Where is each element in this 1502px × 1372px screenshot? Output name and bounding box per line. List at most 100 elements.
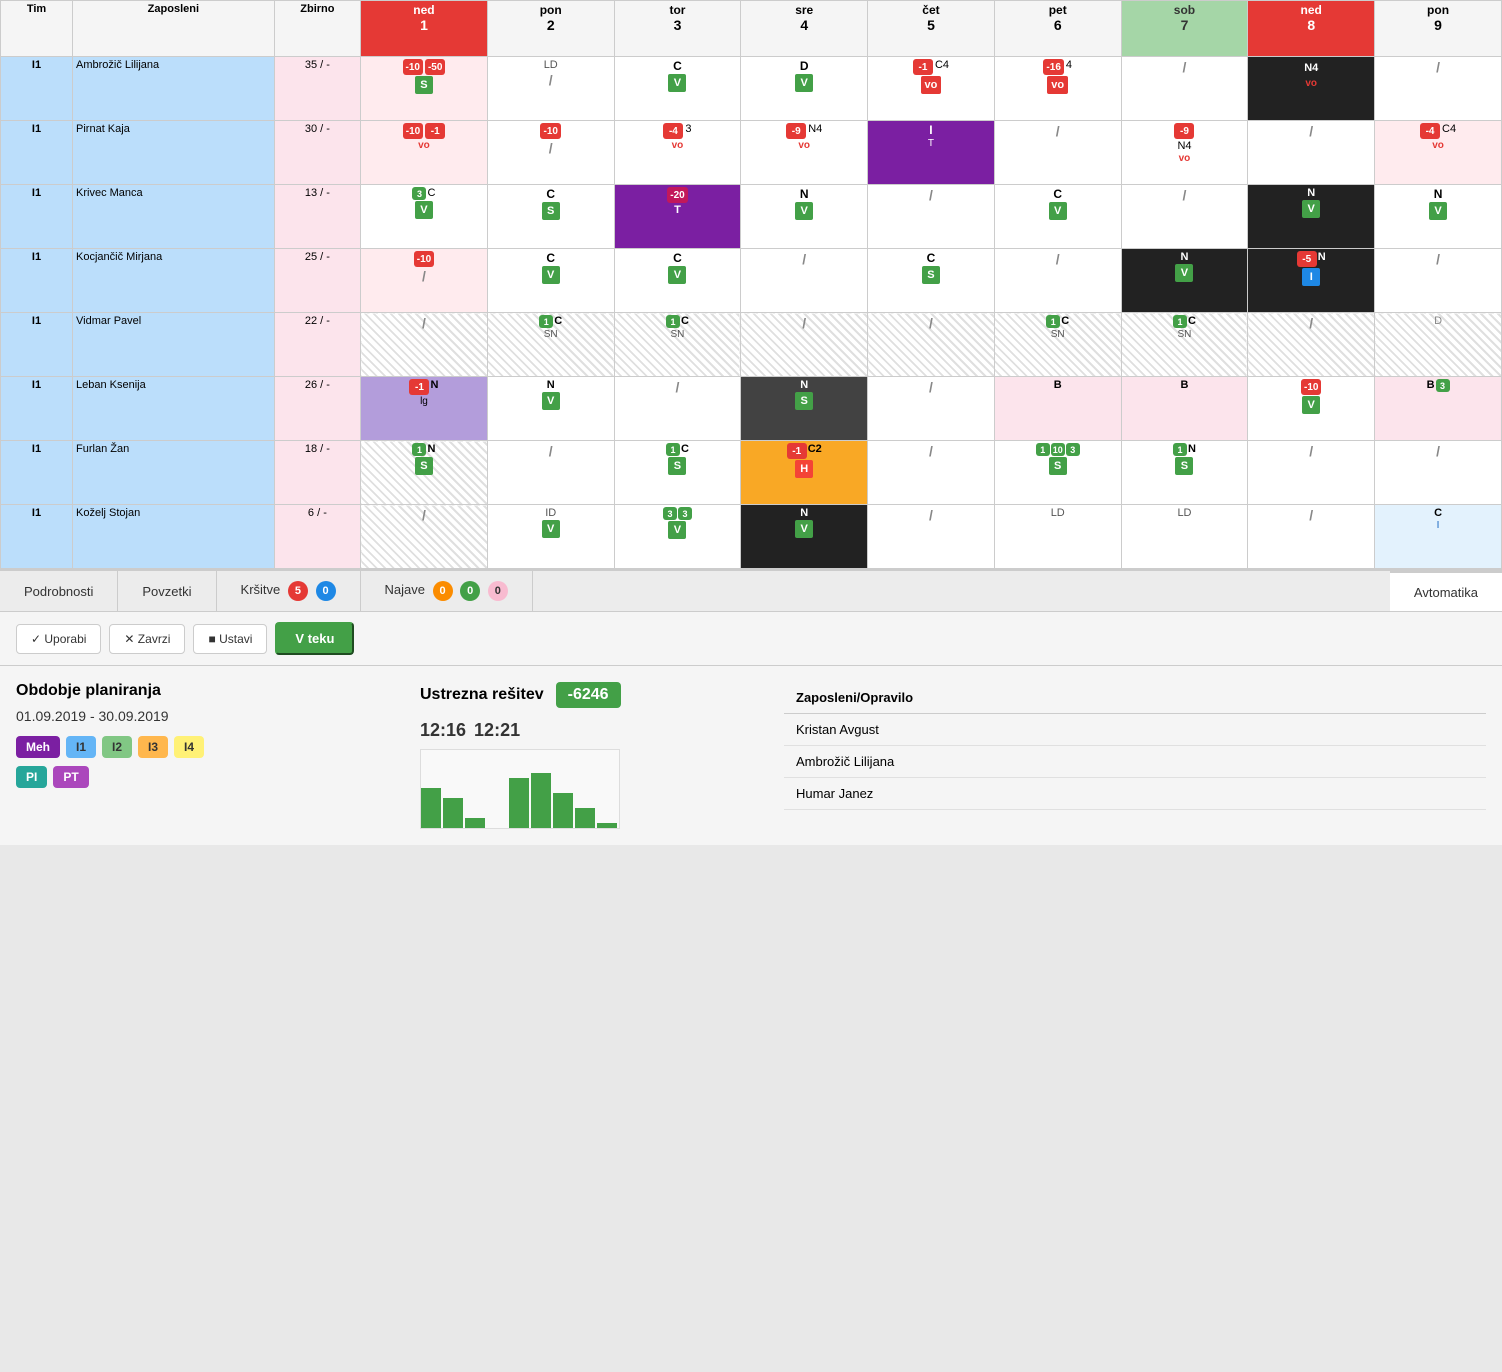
- cell-day[interactable]: -9 N4 vo: [1121, 121, 1248, 185]
- cell-day[interactable]: -164 vo: [994, 57, 1121, 121]
- table-row: I1 Leban Ksenija 26 / - -1N lg N: [1, 377, 1502, 441]
- cell-day[interactable]: C S: [868, 249, 995, 313]
- cell-day[interactable]: /: [1375, 441, 1502, 505]
- cell-day[interactable]: -9N4 vo: [741, 121, 868, 185]
- cell-day[interactable]: /: [1248, 441, 1375, 505]
- cell-zbirno: 22 / -: [274, 313, 360, 377]
- cell-day[interactable]: -20 T: [614, 185, 741, 249]
- cell-day[interactable]: -10-1 vo: [361, 121, 488, 185]
- tab-avtomatika[interactable]: Avtomatika: [1390, 571, 1502, 611]
- cell-day[interactable]: N V: [741, 505, 868, 569]
- cell-day[interactable]: N S: [741, 377, 868, 441]
- cell-day[interactable]: 1C S: [614, 441, 741, 505]
- cell-day[interactable]: C V: [487, 249, 614, 313]
- cell-day[interactable]: B3: [1375, 377, 1502, 441]
- cell-day[interactable]: 1103 S: [994, 441, 1121, 505]
- tab-podrobnosti[interactable]: Podrobnosti: [0, 571, 118, 611]
- team-badge-meh[interactable]: Meh: [16, 736, 60, 758]
- cell-day[interactable]: 1N S: [1121, 441, 1248, 505]
- cell-day[interactable]: 1C SN: [994, 313, 1121, 377]
- cell-day[interactable]: -5N I: [1248, 249, 1375, 313]
- cell-day[interactable]: /: [868, 377, 995, 441]
- cell-day[interactable]: /: [1121, 185, 1248, 249]
- tabs-row: Podrobnosti Povzetki Kršitve 5 0 Najave …: [0, 571, 1502, 612]
- cell-day[interactable]: N V: [1248, 185, 1375, 249]
- cell-day[interactable]: C I: [1375, 505, 1502, 569]
- list-item[interactable]: Humar Janez: [784, 778, 1486, 810]
- team-badge-pt[interactable]: PT: [53, 766, 88, 788]
- cell-day[interactable]: /: [1375, 57, 1502, 121]
- cell-day[interactable]: /: [1375, 249, 1502, 313]
- vteku-button[interactable]: V teku: [275, 622, 354, 655]
- cell-day[interactable]: 33 V: [614, 505, 741, 569]
- cell-day[interactable]: -10-50 S: [361, 57, 488, 121]
- table-row: I1 Vidmar Pavel 22 / - / 1C SN: [1, 313, 1502, 377]
- cell-day[interactable]: B: [1121, 377, 1248, 441]
- cell-day[interactable]: /: [1248, 505, 1375, 569]
- cell-day[interactable]: N V: [1375, 185, 1502, 249]
- cell-day[interactable]: LD: [1121, 505, 1248, 569]
- cell-day[interactable]: /: [361, 313, 488, 377]
- cell-day[interactable]: I T: [868, 121, 995, 185]
- cell-day[interactable]: LD /: [487, 57, 614, 121]
- team-badge-i2[interactable]: I2: [102, 736, 132, 758]
- cell-day[interactable]: /: [868, 505, 995, 569]
- cell-day[interactable]: -10 /: [361, 249, 488, 313]
- team-badge-i4[interactable]: I4: [174, 736, 204, 758]
- uporabi-button[interactable]: ✓ Uporabi: [16, 624, 101, 654]
- cell-day[interactable]: /: [868, 313, 995, 377]
- cell-day[interactable]: LD: [994, 505, 1121, 569]
- team-badge-i3[interactable]: I3: [138, 736, 168, 758]
- list-item[interactable]: Ambrožič Lilijana: [784, 746, 1486, 778]
- cell-day[interactable]: -4C4 vo: [1375, 121, 1502, 185]
- cell-day[interactable]: -1N lg: [361, 377, 488, 441]
- cell-day[interactable]: N V: [487, 377, 614, 441]
- cell-day[interactable]: N4 vo: [1248, 57, 1375, 121]
- cell-day[interactable]: N V: [741, 185, 868, 249]
- tab-krsitve[interactable]: Kršitve 5 0: [217, 571, 361, 611]
- cell-day[interactable]: /: [994, 121, 1121, 185]
- th-tor3: tor3: [614, 1, 741, 57]
- table-row: I1 Pirnat Kaja 30 / - -10-1 vo -10: [1, 121, 1502, 185]
- cell-day[interactable]: -1C4 vo: [868, 57, 995, 121]
- cell-zbirno: 18 / -: [274, 441, 360, 505]
- th-tim: Tim: [1, 1, 73, 57]
- cell-day[interactable]: -1C2 H: [741, 441, 868, 505]
- cell-day[interactable]: 1C SN: [487, 313, 614, 377]
- cell-day[interactable]: -10 V: [1248, 377, 1375, 441]
- cell-day[interactable]: ID V: [487, 505, 614, 569]
- cell-day[interactable]: /: [994, 249, 1121, 313]
- cell-day[interactable]: B: [994, 377, 1121, 441]
- cell-day[interactable]: 1C SN: [614, 313, 741, 377]
- cell-day[interactable]: 1N S: [361, 441, 488, 505]
- tab-najave[interactable]: Najave 0 0 0: [361, 571, 533, 611]
- cell-day[interactable]: N V: [1121, 249, 1248, 313]
- cell-day[interactable]: /: [1248, 313, 1375, 377]
- cell-day[interactable]: 1C SN: [1121, 313, 1248, 377]
- cell-day[interactable]: 3C V: [361, 185, 488, 249]
- cell-day[interactable]: D V: [741, 57, 868, 121]
- cell-day[interactable]: /: [1121, 57, 1248, 121]
- cell-day[interactable]: -43 vo: [614, 121, 741, 185]
- ustavi-button[interactable]: ■ Ustavi: [193, 624, 267, 654]
- cell-day[interactable]: /: [1248, 121, 1375, 185]
- cell-day[interactable]: /: [487, 441, 614, 505]
- cell-day[interactable]: /: [868, 441, 995, 505]
- tab-povzetki[interactable]: Povzetki: [118, 571, 216, 611]
- cell-day[interactable]: -10 /: [487, 121, 614, 185]
- list-item[interactable]: Kristan Avgust: [784, 714, 1486, 746]
- cell-day[interactable]: C S: [487, 185, 614, 249]
- cell-day[interactable]: /: [868, 185, 995, 249]
- cell-day[interactable]: C V: [614, 57, 741, 121]
- cell-day[interactable]: /: [741, 313, 868, 377]
- cell-day[interactable]: /: [361, 505, 488, 569]
- cell-day[interactable]: /: [614, 377, 741, 441]
- team-badge-i1[interactable]: I1: [66, 736, 96, 758]
- cell-day[interactable]: /: [741, 249, 868, 313]
- th-zaposleni: Zaposleni: [73, 1, 275, 57]
- cell-day[interactable]: C V: [994, 185, 1121, 249]
- zavrzi-button[interactable]: ✕ Zavrzi: [109, 624, 185, 654]
- team-badge-pi[interactable]: PI: [16, 766, 47, 788]
- cell-day[interactable]: C V: [614, 249, 741, 313]
- cell-day[interactable]: D: [1375, 313, 1502, 377]
